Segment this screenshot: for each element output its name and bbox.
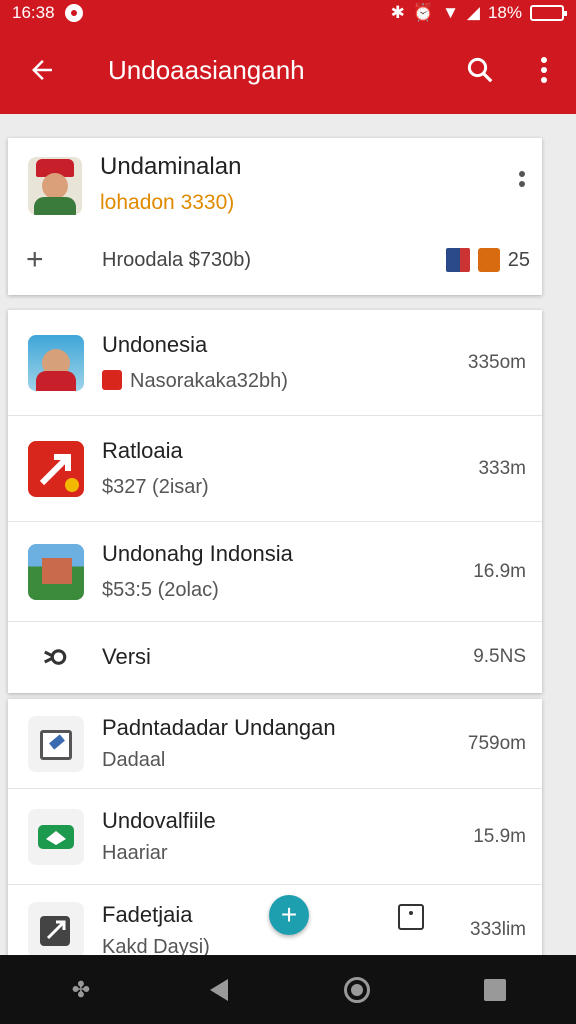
battery-icon bbox=[530, 5, 567, 21]
item-meta: 333lim bbox=[470, 919, 526, 940]
recents-square-icon bbox=[484, 978, 506, 1001]
frame-icon[interactable] bbox=[398, 904, 424, 930]
signal-icon: ◢ bbox=[466, 3, 480, 22]
item-subtitle: $327 (2isar) bbox=[102, 476, 209, 498]
profile-name: Undaminalan bbox=[100, 153, 242, 180]
list-item[interactable]: Versi 9.5NS bbox=[8, 622, 542, 692]
badge-icon-blue bbox=[445, 248, 470, 272]
add-fab-button[interactable]: + bbox=[269, 895, 309, 935]
profile-more-button[interactable] bbox=[518, 170, 526, 199]
item-title: Ratloaia bbox=[102, 438, 183, 463]
overflow-menu-button[interactable] bbox=[512, 55, 576, 85]
item-meta: 335om bbox=[467, 351, 526, 373]
search-icon bbox=[467, 57, 493, 83]
arrow-left-icon bbox=[32, 60, 52, 80]
more-vert-icon bbox=[519, 171, 525, 187]
profile-subtitle: lohadon 3330) bbox=[100, 191, 235, 214]
battery-percent: 18% bbox=[487, 3, 522, 22]
list-item[interactable]: Undonesia Nasorakaka32bh) 335om bbox=[8, 310, 542, 416]
back-triangle-icon bbox=[210, 978, 228, 1001]
badge-count: 25 bbox=[507, 248, 530, 271]
app-bar: Undoaasianganh bbox=[0, 26, 576, 114]
add-button[interactable]: + bbox=[26, 243, 86, 277]
layers-icon bbox=[28, 808, 84, 865]
versions-icon bbox=[28, 642, 84, 672]
list-item[interactable]: Undonahg Indonsia $53:5 (2olac) 16.9m bbox=[8, 522, 542, 622]
item-meta: 16.9m bbox=[473, 560, 526, 582]
system-nav-bar: ✤ bbox=[0, 955, 576, 1024]
app-thumb-icon bbox=[28, 543, 84, 600]
back-button[interactable] bbox=[0, 55, 84, 85]
item-meta: 333m bbox=[478, 457, 526, 479]
plus-icon: + bbox=[26, 243, 44, 276]
notification-icon bbox=[64, 4, 83, 22]
list-item[interactable]: Padntadadar Undangan Dadaal 759om bbox=[8, 699, 542, 789]
bluetooth-icon: ✱ bbox=[390, 3, 405, 22]
wifi-icon: ▼ bbox=[442, 3, 459, 22]
list-item[interactable]: Ratloaia $327 (2isar) 333m bbox=[8, 416, 542, 522]
nav-back-button[interactable] bbox=[197, 968, 241, 1012]
item-meta: 9.5NS bbox=[473, 646, 526, 667]
more-vert-icon bbox=[541, 57, 547, 83]
item-meta: 759om bbox=[467, 732, 526, 754]
page-title: Undoaasianganh bbox=[108, 54, 305, 85]
item-meta: 15.9m bbox=[473, 825, 526, 847]
accessibility-button[interactable]: ✤ bbox=[59, 968, 103, 1012]
alarm-icon: ⏰ bbox=[412, 3, 435, 22]
expand-icon bbox=[28, 902, 84, 958]
profile-avatar[interactable] bbox=[28, 157, 82, 215]
list-item[interactable]: Undovalfiile Haariar 15.9m bbox=[8, 789, 542, 885]
search-button[interactable] bbox=[448, 55, 512, 85]
profile-card: Undaminalan lohadon 3330) + Hroodala $73… bbox=[8, 138, 542, 295]
badge-icon-orange bbox=[477, 248, 500, 272]
home-circle-icon bbox=[344, 976, 370, 1003]
nav-recents-button[interactable] bbox=[473, 968, 517, 1012]
app-thumb-icon bbox=[28, 440, 84, 497]
plus-icon: + bbox=[280, 899, 298, 930]
nav-home-button[interactable] bbox=[335, 968, 379, 1012]
accessibility-icon: ✤ bbox=[71, 976, 91, 1002]
badge-icon bbox=[102, 370, 122, 390]
app-thumb-icon bbox=[28, 334, 84, 391]
status-bar: 16:38 ✱ ⏰ ▼ ◢ 18% bbox=[0, 0, 576, 26]
profile-info: Hroodala $730b) bbox=[102, 248, 251, 271]
primary-list: Undonesia Nasorakaka32bh) 335om Ratloaia… bbox=[8, 310, 542, 693]
doc-edit-icon bbox=[28, 715, 84, 772]
status-time: 16:38 bbox=[12, 3, 55, 22]
